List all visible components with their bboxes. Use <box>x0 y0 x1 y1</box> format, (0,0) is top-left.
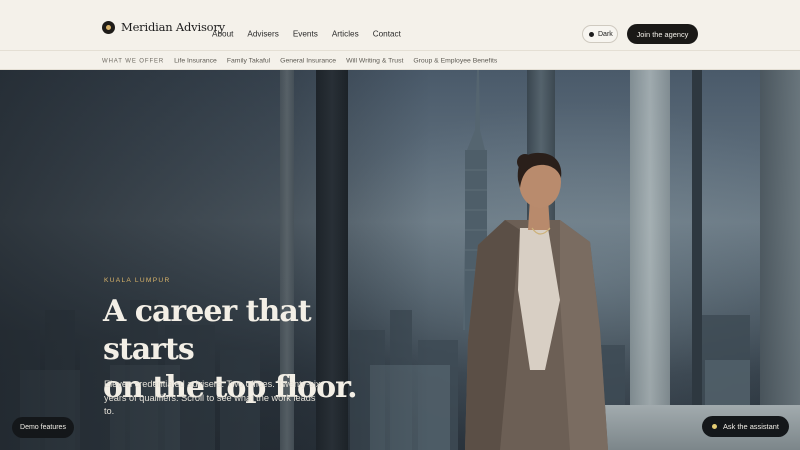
subnav-item-will-writing[interactable]: Will Writing & Trust <box>346 58 403 65</box>
nav-item-events[interactable]: Events <box>293 30 318 39</box>
main-nav: About Advisers Events Articles Contact <box>212 30 401 39</box>
brand-logo[interactable]: Meridian Advisory <box>102 20 225 34</box>
hero-lede: Eleven credentialed advisers. Two office… <box>104 379 321 417</box>
theme-toggle-button[interactable]: Dark <box>582 25 618 43</box>
ask-assistant-button[interactable]: Ask the assistant <box>702 416 789 437</box>
ask-assistant-label: Ask the assistant <box>723 422 779 431</box>
nav-item-contact[interactable]: Contact <box>373 30 401 39</box>
status-dot-icon <box>712 424 717 429</box>
subnav-item-family-takaful[interactable]: Family Takaful <box>227 58 270 65</box>
join-agency-button[interactable]: Join the agency <box>627 24 698 44</box>
subnav-item-life-insurance[interactable]: Life Insurance <box>174 58 217 65</box>
subnav-heading: WHAT WE OFFER <box>102 58 165 64</box>
offer-subnav: WHAT WE OFFER Life Insurance Family Taka… <box>0 50 800 70</box>
logo-mark-icon <box>102 20 115 34</box>
subnav-item-group-benefits[interactable]: Group & Employee Benefits <box>413 58 497 65</box>
site-header: Meridian Advisory About Advisers Events … <box>0 0 800 50</box>
subnav-item-general-insurance[interactable]: General Insurance <box>280 58 336 65</box>
nav-item-articles[interactable]: Articles <box>332 30 359 39</box>
hero-section: KUALA LUMPUR A career that starts on the… <box>0 70 800 450</box>
demo-features-button[interactable]: Demo features <box>12 417 74 438</box>
theme-toggle-label: Dark <box>598 30 613 38</box>
nav-item-advisers[interactable]: Advisers <box>247 30 278 39</box>
theme-dot-icon <box>589 31 594 37</box>
nav-item-about[interactable]: About <box>212 30 233 39</box>
hero-headline-line-1: A career that starts <box>103 294 312 367</box>
brand-name: Meridian Advisory <box>121 20 225 34</box>
hero-eyebrow: KUALA LUMPUR <box>104 277 171 284</box>
